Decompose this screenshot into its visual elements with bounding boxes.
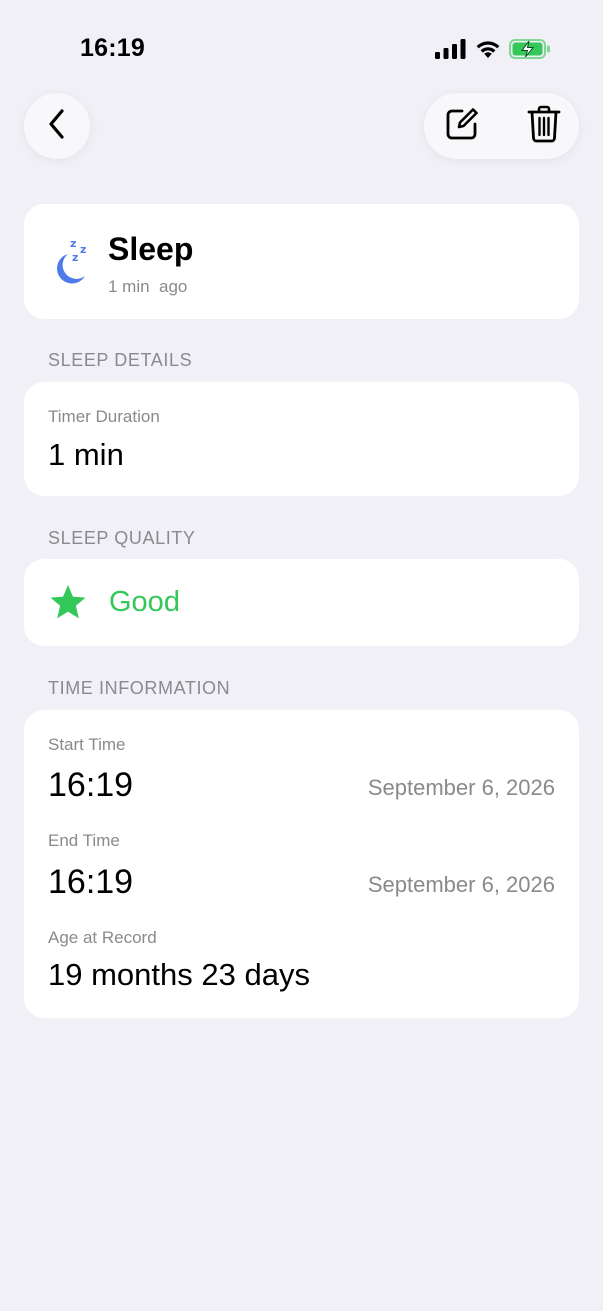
- section-header-sleep-details: SLEEP DETAILS: [48, 350, 193, 370]
- start-time-value: 16:19: [48, 766, 134, 804]
- edit-square-pencil-icon: [444, 106, 480, 147]
- age-at-record-value: 19 months 23 days: [48, 957, 310, 992]
- section-header-time-information: TIME INFORMATION: [48, 678, 231, 698]
- end-time-label: End Time: [48, 831, 120, 850]
- svg-text:z: z: [70, 237, 76, 250]
- star-icon: [49, 584, 87, 620]
- sleep-moon-zzz-icon: z z z: [50, 236, 94, 288]
- battery-charging-icon: [509, 38, 551, 60]
- end-time-value: 16:19: [48, 863, 134, 901]
- sleep-quality-value: Good: [109, 586, 180, 618]
- entry-title: Sleep: [108, 231, 194, 267]
- age-at-record-label: Age at Record: [48, 928, 157, 947]
- section-header-sleep-quality: SLEEP QUALITY: [48, 528, 196, 548]
- wifi-icon: [475, 39, 501, 59]
- start-date-value: September 6, 2026: [367, 775, 555, 800]
- timer-duration-label: Timer Duration: [48, 407, 160, 426]
- sleep-entry-detail-screen: 16:19 z z z Sleep 1 min ago SLEEP DETAIL…: [0, 0, 603, 1311]
- start-time-label: Start Time: [48, 735, 126, 754]
- svg-text:z: z: [80, 243, 86, 256]
- entry-relative-time: 1 min ago: [108, 277, 188, 296]
- cellular-signal-icon: [435, 39, 467, 59]
- entry-actions-pill: [424, 93, 579, 159]
- status-bar: 16:19: [0, 0, 603, 96]
- time-information-card: Start Time 16:19 September 6, 2026 End T…: [24, 710, 579, 1018]
- trash-icon: [527, 105, 561, 148]
- sleep-quality-card: Good: [24, 559, 579, 646]
- chevron-left-icon: [47, 108, 67, 145]
- end-date-value: September 6, 2026: [367, 872, 555, 897]
- delete-button[interactable]: [524, 105, 564, 148]
- sleep-details-card: Timer Duration 1 min: [24, 382, 579, 496]
- status-icons: [435, 38, 551, 60]
- edit-button[interactable]: [442, 106, 482, 146]
- timer-duration-value: 1 min: [48, 437, 124, 472]
- entry-header-card: z z z Sleep 1 min ago: [24, 204, 579, 319]
- back-button[interactable]: [24, 93, 90, 159]
- svg-text:z: z: [72, 251, 78, 264]
- status-time: 16:19: [80, 34, 145, 62]
